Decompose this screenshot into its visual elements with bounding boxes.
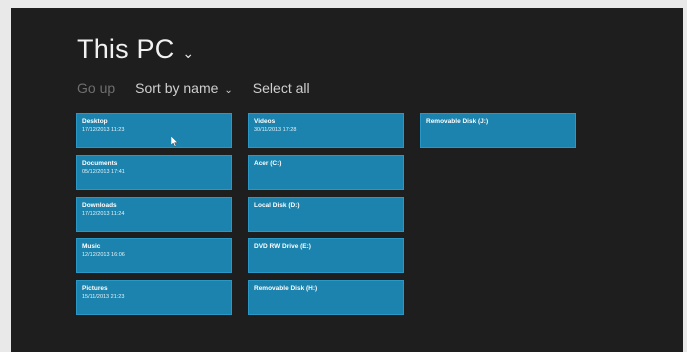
tile-downloads[interactable]: Downloads 17/12/2013 11:24: [76, 197, 232, 232]
tile-date: 30/11/2013 17:28: [254, 127, 297, 133]
chevron-down-icon: ⌄: [224, 85, 233, 96]
go-up-button[interactable]: Go up: [77, 80, 115, 96]
tile-name: Music: [82, 243, 101, 250]
tile-drive-e[interactable]: DVD RW Drive (E:): [248, 238, 404, 273]
tile-name: Removable Disk (J:): [426, 118, 489, 125]
toolbar: Go up Sort by name ⌄ Select all: [77, 80, 310, 96]
tile-music[interactable]: Music 12/12/2013 16:06: [76, 238, 232, 273]
tile-desktop[interactable]: Desktop 17/12/2013 11:23: [76, 113, 232, 148]
tile-name: Removable Disk (H:): [254, 285, 318, 292]
mouse-pointer-icon: [171, 136, 178, 147]
tile-drive-j[interactable]: Removable Disk (J:): [420, 113, 576, 148]
tile-documents[interactable]: Documents 05/12/2013 17:41: [76, 155, 232, 190]
tile-date: 17/12/2013 11:24: [82, 211, 125, 217]
sort-label: Sort by name: [135, 80, 219, 96]
tile-name: Downloads: [82, 202, 117, 209]
tile-date: 17/12/2013 11:23: [82, 127, 125, 133]
location-title[interactable]: This PC ⌄: [77, 34, 194, 65]
page-title: This PC: [77, 34, 175, 64]
tile-pictures[interactable]: Pictures 15/11/2013 21:23: [76, 280, 232, 315]
app-window: This PC ⌄ Go up Sort by name ⌄ Select all…: [11, 8, 683, 352]
tile-name: Local Disk (D:): [254, 202, 300, 209]
tile-name: Documents: [82, 160, 118, 167]
tile-drive-d[interactable]: Local Disk (D:): [248, 197, 404, 232]
tile-name: Desktop: [82, 118, 108, 125]
tile-name: Acer (C:): [254, 160, 282, 167]
sort-by-button[interactable]: Sort by name ⌄: [135, 80, 233, 96]
tile-name: Pictures: [82, 285, 108, 292]
tile-drive-h[interactable]: Removable Disk (H:): [248, 280, 404, 315]
tile-drive-c[interactable]: Acer (C:): [248, 155, 404, 190]
tile-date: 15/11/2013 21:23: [82, 294, 125, 300]
chevron-down-icon: ⌄: [182, 45, 195, 61]
tile-date: 12/12/2013 16:06: [82, 252, 125, 258]
tile-videos[interactable]: Videos 30/11/2013 17:28: [248, 113, 404, 148]
tile-name: Videos: [254, 118, 276, 125]
select-all-button[interactable]: Select all: [253, 80, 310, 96]
tile-date: 05/12/2013 17:41: [82, 169, 125, 175]
tile-name: DVD RW Drive (E:): [254, 243, 311, 250]
